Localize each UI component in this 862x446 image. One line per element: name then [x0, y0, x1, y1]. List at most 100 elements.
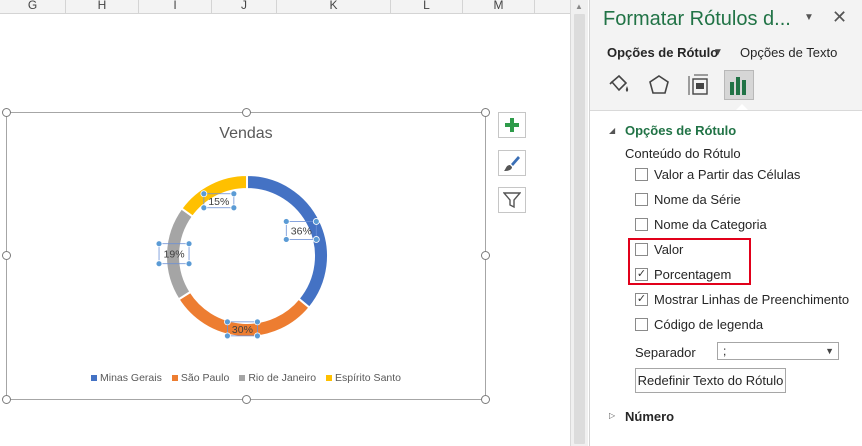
data-label[interactable]: 36% — [291, 225, 312, 237]
column-header-i[interactable]: I — [139, 0, 212, 14]
pane-body: ◢ Opções de Rótulo Conteúdo do Rótulo Va… — [590, 111, 862, 446]
vertical-scrollbar[interactable]: ▲ — [570, 0, 588, 446]
data-label-handle[interactable] — [312, 236, 320, 243]
section-number[interactable]: Número — [625, 409, 674, 424]
data-label-handle[interactable] — [230, 190, 238, 198]
column-headers: G H I J K L M — [0, 0, 570, 14]
data-label-handle[interactable] — [230, 204, 238, 212]
expanded-triangle-icon[interactable]: ◢ — [609, 126, 615, 135]
donut-plot[interactable]: 36% 30% 19% 15% — [7, 113, 487, 401]
close-icon[interactable]: ✕ — [832, 7, 847, 28]
resize-handle-bottom-left[interactable] — [2, 395, 11, 404]
resize-handle-top-right[interactable] — [481, 108, 490, 117]
red-highlight-box — [628, 238, 751, 285]
data-label-handle[interactable] — [200, 204, 208, 212]
column-header-m[interactable]: M — [463, 0, 535, 14]
legend-item[interactable]: Rio de Janeiro — [239, 372, 316, 384]
label-options-bar-chart-icon — [730, 77, 746, 95]
column-header-g[interactable]: G — [0, 0, 66, 14]
legend-label: Espírito Santo — [335, 372, 401, 384]
data-label-handle[interactable] — [254, 332, 261, 340]
data-label-handle[interactable] — [224, 318, 231, 326]
data-label-handle[interactable] — [312, 218, 320, 225]
column-header-h[interactable]: H — [66, 0, 139, 14]
paintbrush-icon — [504, 156, 520, 171]
legend-label: Rio de Janeiro — [248, 372, 317, 384]
plus-icon — [505, 118, 519, 132]
resize-handle-bottom-right[interactable] — [481, 395, 490, 404]
chart-elements-button[interactable] — [498, 112, 526, 138]
chevron-down-icon[interactable]: ▼ — [825, 343, 834, 359]
checkbox[interactable] — [635, 168, 648, 181]
option-row[interactable]: Valor a Partir das Células — [635, 167, 800, 182]
legend-swatch — [91, 375, 97, 381]
data-label-handle[interactable] — [282, 218, 290, 225]
label-contains-heading: Conteúdo do Rótulo — [625, 146, 741, 161]
resize-handle-top[interactable] — [242, 108, 251, 117]
section-label-options[interactable]: Opções de Rótulo — [625, 123, 736, 138]
checkbox[interactable] — [635, 318, 648, 331]
option-row[interactable]: Código de legenda — [635, 317, 763, 332]
option-label: Valor a Partir das Células — [654, 167, 801, 182]
resize-handle-right[interactable] — [481, 251, 490, 260]
reset-label-text-button[interactable]: Redefinir Texto do Rótulo — [635, 368, 786, 393]
option-label: Mostrar Linhas de Preenchimento — [654, 292, 850, 307]
option-row[interactable]: Nome da Categoria — [635, 217, 767, 232]
tab-text-options[interactable]: Opções de Texto — [740, 45, 837, 60]
option-row[interactable]: Nome da Série — [635, 192, 741, 207]
resize-handle-left[interactable] — [2, 251, 11, 260]
separator-value: ; — [723, 344, 727, 358]
data-label-handle[interactable] — [282, 236, 290, 243]
resize-handle-bottom[interactable] — [242, 395, 251, 404]
legend-swatch — [171, 375, 178, 381]
checkbox-checked[interactable]: ✓ — [635, 293, 648, 306]
size-properties-icon-button[interactable] — [684, 70, 714, 100]
data-label[interactable]: 15% — [208, 196, 229, 208]
legend-swatch — [239, 375, 246, 381]
chart-legend[interactable]: Minas Gerais São Paulo Rio de Janeiro Espír… — [7, 372, 485, 384]
option-row[interactable]: ✓ Mostrar Linhas de Preenchimento — [635, 292, 849, 307]
legend-label: Minas Gerais — [100, 372, 162, 384]
data-label-handle[interactable] — [224, 332, 231, 340]
tab-label-options[interactable]: Opções de Rótulo — [607, 45, 718, 60]
data-label-handle[interactable] — [155, 240, 163, 248]
filter-icon — [503, 192, 521, 209]
checkbox[interactable] — [635, 193, 648, 206]
legend-item[interactable]: São Paulo — [171, 372, 230, 384]
size-properties-icon — [688, 74, 708, 95]
effects-icon-button[interactable] — [644, 70, 674, 100]
pane-title: Formatar Rótulos d... — [603, 8, 791, 30]
chevron-down-icon[interactable]: ▼ — [713, 47, 723, 58]
chart-filters-button[interactable] — [498, 187, 526, 213]
column-header-j[interactable]: J — [212, 0, 277, 14]
format-data-labels-pane: Formatar Rótulos d... ▼ ✕ Opções de Rótu… — [589, 0, 862, 446]
data-label-handle[interactable] — [155, 260, 163, 268]
data-label-handle[interactable] — [254, 318, 261, 326]
checkbox[interactable] — [635, 218, 648, 231]
effects-pentagon-icon — [649, 75, 669, 94]
column-header-k[interactable]: K — [277, 0, 391, 14]
scroll-up-arrow-icon[interactable]: ▲ — [575, 2, 583, 11]
data-label-handle[interactable] — [185, 240, 193, 248]
resize-handle-top-left[interactable] — [2, 108, 11, 117]
collapsed-triangle-icon[interactable]: ▷ — [609, 411, 615, 420]
data-label-handle[interactable] — [185, 260, 193, 268]
option-label: Nome da Série — [654, 192, 741, 207]
data-label[interactable]: 19% — [164, 249, 185, 261]
legend-swatch — [326, 375, 333, 381]
legend-label: São Paulo — [180, 372, 230, 384]
label-options-icon-button[interactable] — [724, 70, 754, 100]
data-label-handle[interactable] — [200, 190, 208, 198]
legend-item[interactable]: Minas Gerais — [91, 372, 162, 384]
legend-item[interactable]: Espírito Santo — [326, 372, 401, 384]
separator-dropdown[interactable]: ; ▼ — [717, 342, 839, 360]
data-label[interactable]: 30% — [232, 324, 253, 336]
fill-line-icon — [609, 74, 629, 92]
worksheet-area[interactable]: G H I J K L M Vendas 36% 30% 19% 15% Minas … — [0, 0, 570, 446]
donut-chart[interactable]: Vendas 36% 30% 19% 15% Minas Gerais São Paul… — [2, 108, 490, 404]
pane-options-dropdown-icon[interactable]: ▼ — [804, 12, 814, 23]
fill-line-icon-button[interactable] — [604, 70, 634, 100]
chart-styles-button[interactable] — [498, 150, 526, 176]
scrollbar-thumb[interactable] — [574, 14, 585, 444]
column-header-l[interactable]: L — [391, 0, 463, 14]
